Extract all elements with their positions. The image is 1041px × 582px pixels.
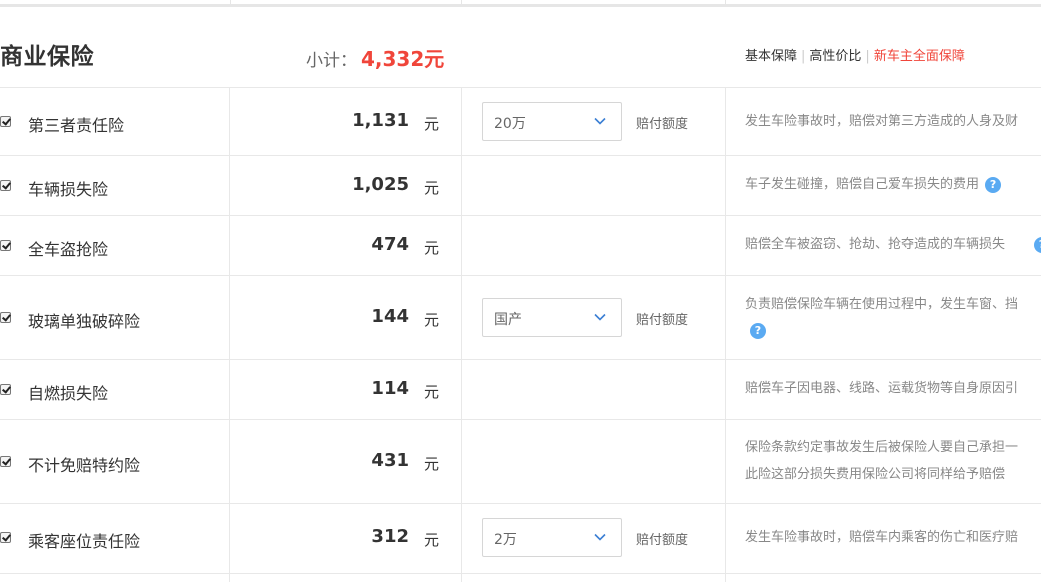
column-divider: [229, 420, 230, 503]
table-row: 车辆损失险 1,025 元 车子发生碰撞，赔偿自己爱车损失的费用?: [0, 156, 1041, 216]
table-row: 全车盗抢险 474 元 赔偿全车被盗窃、抢劫、抢夺造成的车辆损失 ?: [0, 216, 1041, 276]
item-price: 144: [371, 306, 409, 327]
column-divider: [725, 88, 726, 155]
item-checkbox[interactable]: [0, 456, 11, 467]
column-divider: [461, 156, 462, 215]
table-row: 自燃损失险 114 元 赔偿车子因电器、线路、运载货物等自身原因引: [0, 360, 1041, 420]
coverage-select-value: 20万: [494, 116, 526, 132]
help-icon[interactable]: ?: [985, 176, 1002, 193]
column-divider: [461, 216, 462, 275]
field-label: 赔付额度: [636, 533, 689, 548]
item-checkbox[interactable]: [0, 240, 11, 251]
section-header: 商业保险 小计： 4,332元 基本保障 | 高性价比 | 新车主全面保障: [0, 6, 1041, 88]
item-description: 赔偿全车被盗窃、抢劫、抢夺造成的车辆损失: [745, 237, 1006, 252]
item-checkbox[interactable]: [0, 180, 11, 191]
column-divider: [229, 574, 230, 582]
item-price: 114: [371, 378, 409, 399]
item-name: 玻璃单独破碎险: [28, 312, 141, 331]
section-title: 商业保险: [0, 44, 94, 70]
glass-type-select[interactable]: 国产: [482, 298, 622, 337]
plan-new-owner[interactable]: 新车主全面保障: [874, 49, 965, 64]
plan-basic[interactable]: 基本保障: [745, 49, 797, 64]
item-unit: 元: [424, 239, 440, 257]
item-name: 车辆损失险: [28, 180, 109, 199]
column-divider: [229, 504, 230, 573]
chevron-down-icon: [594, 117, 606, 125]
column-divider: [461, 504, 462, 573]
column-divider: [229, 156, 230, 215]
item-name: 自燃损失险: [28, 384, 109, 403]
item-name: 乘客座位责任险: [28, 532, 141, 551]
column-divider: [461, 420, 462, 503]
column-divider: [725, 420, 726, 503]
column-divider: [461, 574, 462, 582]
subtotal-label: 小计：: [306, 51, 357, 71]
column-tick: [725, 0, 726, 4]
chevron-down-icon: [594, 313, 606, 321]
item-price: 1,025: [352, 174, 409, 195]
coverage-select[interactable]: 20万: [482, 102, 622, 141]
column-divider: [725, 276, 726, 359]
item-description: 保险条款约定事故发生后被保险人要自己承担一: [745, 440, 1019, 455]
item-checkbox[interactable]: [0, 384, 11, 395]
plan-selector: 基本保障 | 高性价比 | 新车主全面保障: [745, 45, 965, 64]
item-price: 1,131: [352, 110, 409, 131]
item-checkbox[interactable]: [0, 532, 11, 543]
item-unit: 元: [424, 311, 440, 329]
table-row: 玻璃单独破碎险 144 元 国产 赔付额度 负责赔偿保险车辆在使用过程中，发生车…: [0, 276, 1041, 360]
item-unit: 元: [424, 455, 440, 473]
column-tick: [230, 0, 231, 4]
glass-type-select-value: 国产: [494, 312, 522, 328]
chevron-down-icon: [594, 533, 606, 541]
item-price: 431: [371, 450, 409, 471]
help-icon[interactable]: ?: [750, 323, 766, 339]
item-name: 全车盗抢险: [28, 240, 109, 259]
table-row: [0, 574, 1041, 582]
item-name: 第三者责任险: [28, 116, 125, 135]
subtotal-amount: 4,332元: [361, 47, 445, 71]
item-description: 赔偿车子因电器、线路、运载货物等自身原因引: [745, 381, 1019, 396]
item-description-line2: 此险这部分损失费用保险公司将同样给予赔偿: [745, 467, 1006, 482]
subtotal: 小计： 4,332元: [306, 43, 444, 72]
item-unit: 元: [424, 179, 440, 197]
column-divider: [229, 360, 230, 419]
plan-separator: |: [865, 49, 870, 64]
column-divider: [725, 504, 726, 573]
column-divider: [461, 276, 462, 359]
field-label: 赔付额度: [636, 313, 689, 328]
help-icon[interactable]: ?: [1034, 237, 1041, 253]
column-divider: [229, 216, 230, 275]
column-divider: [725, 360, 726, 419]
table-row: 乘客座位责任险 312 元 2万 赔付额度 发生车险事故时，赔偿车内乘客的伤亡和…: [0, 504, 1041, 574]
item-unit: 元: [424, 383, 440, 401]
item-description: 负责赔偿保险车辆在使用过程中，发生车窗、挡: [745, 297, 1019, 312]
column-divider: [461, 88, 462, 155]
item-name: 不计免赔特约险: [28, 456, 141, 475]
item-checkbox[interactable]: [0, 116, 11, 127]
item-unit: 元: [424, 531, 440, 549]
item-checkbox[interactable]: [0, 312, 11, 323]
item-unit: 元: [424, 115, 440, 133]
item-description: 发生车险事故时，赔偿车内乘客的伤亡和医疗赔: [745, 530, 1019, 545]
plan-value[interactable]: 高性价比: [809, 49, 861, 64]
column-divider: [229, 88, 230, 155]
column-tick: [461, 0, 462, 4]
item-description: 车子发生碰撞，赔偿自己爱车损失的费用?: [745, 172, 1002, 198]
coverage-select[interactable]: 2万: [482, 518, 622, 557]
column-divider: [229, 276, 230, 359]
table-row: 不计免赔特约险 431 元 保险条款约定事故发生后被保险人要自己承担一 此险这部…: [0, 420, 1041, 504]
column-divider: [461, 360, 462, 419]
table-row: 第三者责任险 1,131 元 20万 赔付额度 发生车险事故时，赔偿对第三方造成…: [0, 88, 1041, 156]
column-divider: [725, 156, 726, 215]
column-divider: [725, 216, 726, 275]
item-description: 发生车险事故时，赔偿对第三方造成的人身及财: [745, 114, 1019, 129]
plan-separator: |: [801, 49, 806, 64]
column-divider: [725, 574, 726, 582]
coverage-select-value: 2万: [494, 532, 517, 548]
item-description-text: 车子发生碰撞，赔偿自己爱车损失的费用: [745, 177, 980, 192]
field-label: 赔付额度: [636, 117, 689, 132]
item-price: 474: [371, 234, 409, 255]
item-price: 312: [371, 526, 409, 547]
